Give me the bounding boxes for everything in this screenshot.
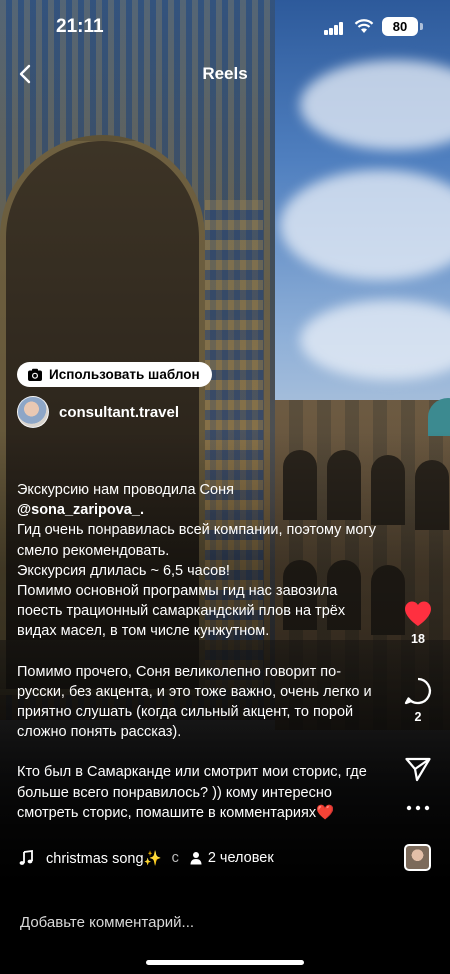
use-template-label: Использовать шаблон — [49, 367, 200, 382]
caption-line: Гид очень понравилась всей компании, поэ… — [17, 522, 377, 559]
caption-mention-link[interactable]: @sona_zaripova_. — [17, 500, 377, 520]
caption-line: Помимо прочего, Соня великолепно говорит… — [17, 663, 372, 741]
comment-input[interactable]: Добавьте комментарий... — [20, 914, 194, 931]
reel-author[interactable]: consultant.travel — [17, 396, 179, 428]
person-icon — [190, 852, 202, 865]
comment-action[interactable]: 2 — [400, 676, 436, 724]
caption-line: Кто был в Самарканде или смотрит мои сто… — [17, 764, 367, 821]
caption-line: Экскурсию нам проводила Соня — [17, 482, 234, 498]
cellular-signal-icon — [324, 22, 344, 35]
audio-separator: c — [171, 850, 179, 866]
more-options-action[interactable] — [400, 804, 436, 812]
audio-info-row[interactable]: christmas song✨ c 2 человек — [18, 848, 274, 868]
share-action[interactable] — [400, 756, 436, 782]
battery-indicator: 80 — [382, 17, 418, 36]
use-template-button[interactable]: Использовать шаблон — [17, 362, 212, 387]
status-bar: 21:11 80 — [0, 0, 450, 54]
music-note-icon — [19, 850, 33, 865]
home-indicator — [146, 960, 304, 965]
like-action[interactable]: 18 — [400, 600, 436, 646]
wifi-icon — [354, 19, 374, 33]
tagged-people-count[interactable]: 2 человек — [208, 850, 274, 866]
camera-icon — [28, 368, 42, 381]
caption-line: Помимо основной программы гид нас завози… — [17, 583, 346, 640]
share-icon[interactable] — [404, 756, 432, 782]
more-icon[interactable] — [406, 804, 430, 812]
comment-icon[interactable] — [403, 676, 433, 706]
page-title: Reels — [202, 64, 248, 83]
caption-line: Экскурсия длилась ~ 6,5 часов! — [17, 562, 230, 579]
comment-count: 2 — [414, 710, 422, 724]
author-username[interactable]: consultant.travel — [59, 404, 179, 421]
avatar[interactable] — [17, 396, 49, 428]
status-time: 21:11 — [56, 16, 104, 37]
audio-thumbnail[interactable] — [404, 844, 431, 871]
battery-tip — [420, 23, 423, 30]
like-count: 18 — [411, 632, 425, 646]
audio-track-name[interactable]: christmas song✨ — [46, 850, 162, 867]
heart-icon[interactable] — [403, 600, 433, 628]
reel-caption[interactable]: Экскурсию нам проводила Соня @sona_zarip… — [17, 480, 377, 823]
